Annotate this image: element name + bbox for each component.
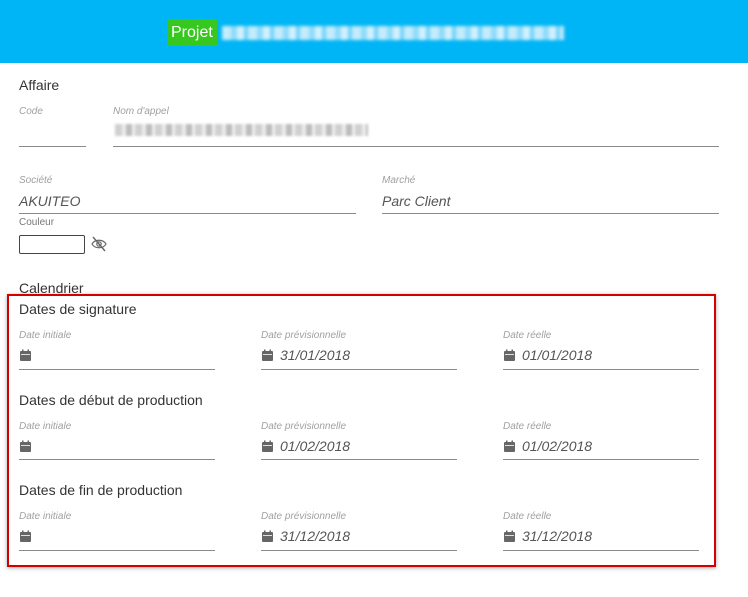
couleur-label: Couleur (19, 217, 55, 228)
date-reelle-label: Date réelle (503, 330, 552, 341)
societe-label: Société (19, 175, 53, 186)
date-initiale-underline (19, 459, 215, 460)
code-label: Code (19, 106, 43, 117)
calendar-icon[interactable] (261, 440, 274, 453)
date-reelle-underline (503, 369, 699, 370)
calendar-icon[interactable] (261, 349, 274, 362)
calendar-icon[interactable] (19, 530, 32, 543)
date-previsionnelle-label: Date prévisionnelle (261, 330, 347, 341)
nom-appel-field-blurred[interactable] (115, 124, 368, 136)
societe-field[interactable]: AKUITEO (19, 193, 80, 209)
date-reelle-underline (503, 550, 699, 551)
page-header: Projet (0, 0, 748, 63)
group-debut-production-title: Dates de début de production (19, 392, 203, 408)
code-field-underline (19, 146, 86, 147)
date-initiale-label: Date initiale (19, 421, 72, 432)
date-reelle-label: Date réelle (503, 421, 552, 432)
marche-field[interactable]: Parc Client (382, 193, 450, 209)
calendar-icon[interactable] (503, 530, 516, 543)
calendar-icon[interactable] (261, 530, 274, 543)
affaire-title: Affaire (19, 77, 60, 93)
eye-slash-icon[interactable] (90, 235, 108, 253)
date-reelle-value[interactable]: 31/12/2018 (522, 528, 592, 544)
date-initiale-underline (19, 550, 215, 551)
nom-appel-underline (113, 146, 719, 147)
marche-underline (382, 213, 719, 214)
calendar-icon[interactable] (19, 440, 32, 453)
date-reelle-value[interactable]: 01/02/2018 (522, 438, 592, 454)
color-picker[interactable] (19, 235, 85, 254)
nom-appel-label: Nom d'appel (113, 106, 169, 117)
date-previsionnelle-value[interactable]: 31/01/2018 (280, 347, 350, 363)
date-previsionnelle-underline (261, 459, 457, 460)
calendar-icon[interactable] (503, 440, 516, 453)
date-previsionnelle-underline (261, 369, 457, 370)
calendar-icon[interactable] (503, 349, 516, 362)
societe-underline (19, 213, 356, 214)
date-initiale-underline (19, 369, 215, 370)
group-fin-production-title: Dates de fin de production (19, 482, 183, 498)
group-signature-title: Dates de signature (19, 301, 137, 317)
date-initiale-label: Date initiale (19, 511, 72, 522)
date-previsionnelle-underline (261, 550, 457, 551)
date-previsionnelle-value[interactable]: 31/12/2018 (280, 528, 350, 544)
date-previsionnelle-value[interactable]: 01/02/2018 (280, 438, 350, 454)
date-previsionnelle-label: Date prévisionnelle (261, 511, 347, 522)
highlight-frame (7, 294, 716, 567)
date-initiale-label: Date initiale (19, 330, 72, 341)
project-name-blurred (222, 26, 564, 40)
marche-label: Marché (382, 175, 416, 186)
project-badge: Projet (167, 19, 217, 46)
date-previsionnelle-label: Date prévisionnelle (261, 421, 347, 432)
date-reelle-underline (503, 459, 699, 460)
date-reelle-value[interactable]: 01/01/2018 (522, 347, 592, 363)
calendar-icon[interactable] (19, 349, 32, 362)
date-reelle-label: Date réelle (503, 511, 552, 522)
